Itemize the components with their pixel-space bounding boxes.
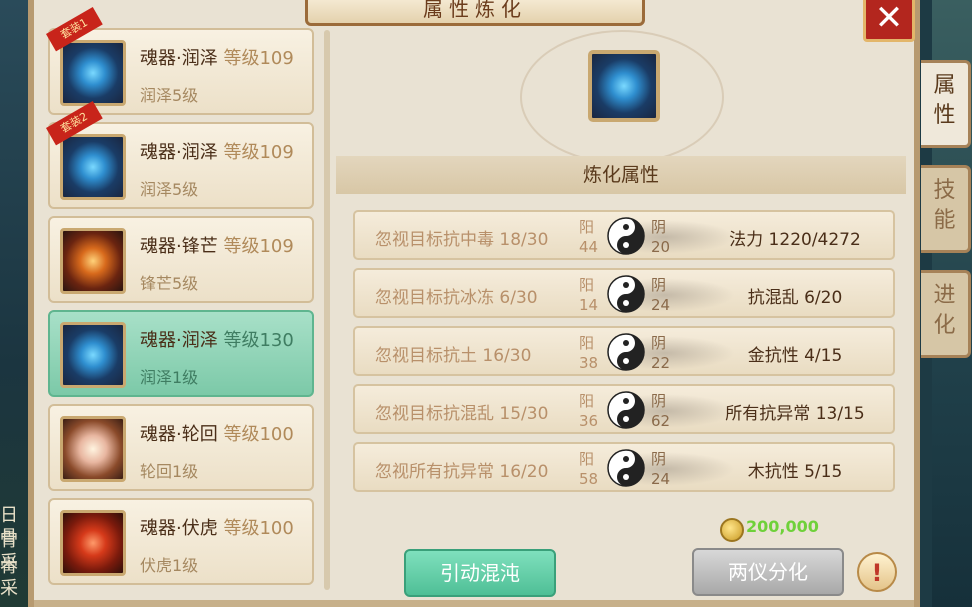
list-item-selected[interactable]: 魂器·润泽 等级130 润泽1级 bbox=[48, 310, 314, 397]
blue-soul-icon bbox=[60, 40, 126, 106]
row-right-attr: 金抗性 4/15 bbox=[747, 346, 843, 366]
yang-label: 阳 bbox=[579, 334, 595, 352]
window-title: 属性炼化 bbox=[305, 0, 645, 26]
yin-label: 阴 bbox=[651, 392, 667, 410]
yang-label: 阳 bbox=[579, 450, 595, 468]
yang-value: 44 bbox=[579, 238, 599, 256]
close-button[interactable]: ✕ bbox=[863, 0, 915, 42]
split-button[interactable]: 两仪分化 bbox=[692, 548, 844, 596]
attribute-row[interactable]: 忽视所有抗异常 16/20 阳 58 阴 24 木抗性 5/15 bbox=[353, 442, 895, 492]
attribute-row[interactable]: 忽视目标抗混乱 15/30 阳 36 阴 62 所有抗异常 13/15 bbox=[353, 384, 895, 434]
tab-skills[interactable]: 技 能 bbox=[921, 165, 971, 253]
panel-bottom-border bbox=[34, 600, 914, 607]
row-left-attr: 忽视目标抗冰冻 6/30 bbox=[375, 288, 538, 308]
yin-yang-icon bbox=[607, 275, 645, 313]
yin-label: 阴 bbox=[651, 334, 667, 352]
list-scrollbar[interactable] bbox=[324, 30, 330, 590]
list-item[interactable]: 魂器·轮回 等级100 轮回1级 bbox=[48, 404, 314, 491]
yang-label: 阳 bbox=[579, 218, 595, 236]
tab-attributes-label: 属 性 bbox=[933, 73, 956, 128]
item-name: 魂器·伏虎 bbox=[140, 518, 218, 539]
tab-evolve[interactable]: 进 化 bbox=[921, 270, 971, 358]
yang-label: 阳 bbox=[579, 392, 595, 410]
row-right-attr: 抗混乱 6/20 bbox=[747, 288, 843, 308]
item-sub: 润泽5级 bbox=[140, 86, 199, 105]
list-item[interactable]: 套装1 魂器·润泽 等级109 润泽5级 bbox=[46, 7, 314, 115]
cost-amount: 200,000 bbox=[746, 517, 819, 536]
row-left-attr: 忽视目标抗中毒 18/30 bbox=[375, 230, 549, 250]
yang-value: 36 bbox=[579, 412, 599, 430]
attribute-row[interactable]: 忽视目标抗中毒 18/30 阳 44 阴 20 法力 1220/4272 bbox=[353, 210, 895, 260]
yin-yang-icon bbox=[607, 449, 645, 487]
yin-value: 24 bbox=[651, 470, 671, 488]
item-level: 等级109 bbox=[223, 48, 294, 69]
item-sub: 伏虎1级 bbox=[140, 556, 199, 575]
item-sub: 润泽1级 bbox=[140, 368, 199, 387]
list-item[interactable]: 魂器·伏虎 等级100 伏虎1级 bbox=[48, 498, 314, 585]
yin-value: 62 bbox=[651, 412, 671, 430]
background-text: 骨采 bbox=[0, 556, 18, 599]
yin-yang-icon bbox=[607, 217, 645, 255]
row-right-attr: 所有抗异常 13/15 bbox=[725, 404, 865, 424]
yin-value: 22 bbox=[651, 354, 671, 372]
tiger-flame-icon bbox=[60, 510, 126, 576]
item-level: 等级109 bbox=[223, 142, 294, 163]
pearl-icon bbox=[60, 416, 126, 482]
item-name: 魂器·锋芒 bbox=[140, 236, 218, 257]
yang-value: 58 bbox=[579, 470, 599, 488]
yang-value: 14 bbox=[579, 296, 599, 314]
blue-soul-icon bbox=[60, 134, 126, 200]
item-sub: 润泽5级 bbox=[140, 180, 199, 199]
yin-yang-icon bbox=[607, 391, 645, 429]
list-item[interactable]: 魂器·锋芒 等级109 锋芒5级 bbox=[48, 216, 314, 303]
tab-attributes[interactable]: 属 性 bbox=[921, 60, 971, 148]
attribute-row[interactable]: 忽视目标抗冰冻 6/30 阳 14 阴 24 抗混乱 6/20 bbox=[353, 268, 895, 318]
yin-label: 阴 bbox=[651, 276, 667, 294]
item-level: 等级100 bbox=[223, 424, 294, 445]
item-name: 魂器·润泽 bbox=[140, 330, 218, 351]
activate-chaos-button[interactable]: 引动混沌 bbox=[404, 549, 556, 597]
item-name: 魂器·润泽 bbox=[140, 48, 218, 69]
yang-label: 阳 bbox=[579, 276, 595, 294]
row-right-attr: 法力 1220/4272 bbox=[729, 230, 861, 250]
blue-soul-icon bbox=[60, 322, 126, 388]
section-title: 炼化属性 bbox=[336, 156, 906, 194]
fire-ring-icon bbox=[60, 228, 126, 294]
item-level: 等级109 bbox=[223, 236, 294, 257]
yin-value: 24 bbox=[651, 296, 671, 314]
tab-skills-label: 技 能 bbox=[933, 178, 956, 233]
yin-label: 阴 bbox=[651, 450, 667, 468]
item-level: 等级130 bbox=[223, 330, 294, 351]
yin-yang-icon bbox=[607, 333, 645, 371]
gold-coin-icon bbox=[720, 518, 744, 542]
row-left-attr: 忽视目标抗土 16/30 bbox=[375, 346, 532, 366]
item-sub: 锋芒5级 bbox=[140, 274, 199, 293]
yin-label: 阴 bbox=[651, 218, 667, 236]
info-button[interactable]: ! bbox=[857, 552, 897, 592]
item-name: 魂器·轮回 bbox=[140, 424, 218, 445]
attribute-row[interactable]: 忽视目标抗土 16/30 阳 38 阴 22 金抗性 4/15 bbox=[353, 326, 895, 376]
list-item[interactable]: 套装2 魂器·润泽 等级109 润泽5级 bbox=[46, 101, 314, 209]
yang-value: 38 bbox=[579, 354, 599, 372]
item-sub: 轮回1级 bbox=[140, 462, 199, 481]
row-right-attr: 木抗性 5/15 bbox=[747, 462, 843, 482]
selected-soul-icon bbox=[588, 50, 660, 122]
tab-evolve-label: 进 化 bbox=[933, 283, 956, 338]
yin-value: 20 bbox=[651, 238, 671, 256]
item-level: 等级100 bbox=[223, 518, 294, 539]
item-name: 魂器·润泽 bbox=[140, 142, 218, 163]
row-left-attr: 忽视所有抗异常 16/20 bbox=[375, 462, 549, 482]
row-left-attr: 忽视目标抗混乱 15/30 bbox=[375, 404, 549, 424]
